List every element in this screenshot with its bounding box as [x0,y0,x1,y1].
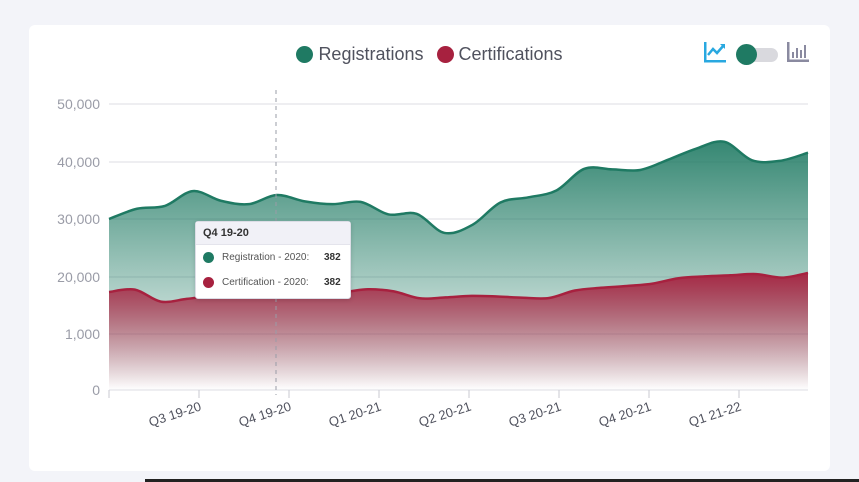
x-tick-label: Q4 19-20 [237,399,293,430]
tooltip-value-certification: 382 [324,277,341,288]
x-tick-label: Q1 20-21 [327,399,383,430]
y-tick-label: 0 [92,382,100,398]
tooltip-row-certification: Certification - 2020: 382 [196,270,350,295]
chart-tooltip: Q4 19-20 Registration - 2020: 382 Certif… [195,221,351,299]
tooltip-label-certification: Certification - 2020: [222,277,309,288]
tooltip-label-registration: Registration - 2020: [222,252,310,263]
tooltip-row-registration: Registration - 2020: 382 [196,245,350,270]
tooltip-value-registration: 382 [324,252,341,263]
y-tick-label: 50,000 [57,96,100,112]
tooltip-title: Q4 19-20 [196,222,350,245]
tooltip-dot-registration [203,252,214,263]
y-tick-label: 1,000 [65,326,100,342]
y-tick-label: 30,000 [57,211,100,227]
x-tick-label: Q3 19-20 [147,399,203,430]
tooltip-dot-certification [203,277,214,288]
x-tick-label: Q3 20-21 [507,399,563,430]
x-tick-label: Q2 20-21 [417,399,473,430]
y-tick-label: 20,000 [57,269,100,285]
x-tick-label: Q1 21-22 [687,399,743,430]
y-tick-label: 40,000 [57,154,100,170]
x-tick-label: Q4 20-21 [597,399,653,430]
area-chart: 0 1,000 20,000 30,000 40,000 50,000 Q3 19-20 Q4… [57,90,809,430]
